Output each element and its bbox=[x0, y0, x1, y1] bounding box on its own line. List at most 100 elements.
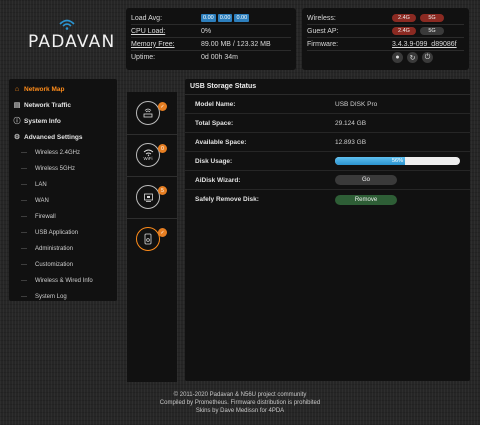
sidebar-item-label: Advanced Settings bbox=[24, 133, 83, 141]
sidebar-subitem-customization[interactable]: — Customization bbox=[9, 257, 117, 273]
aidisk-go-button[interactable]: Go bbox=[335, 175, 397, 185]
sidebar-subitem-label: Wireless 2.4GHz bbox=[35, 150, 81, 156]
router-node[interactable] bbox=[136, 101, 160, 125]
chart-icon: ▤ bbox=[13, 102, 21, 109]
aidisk-label: AiDisk Wizard: bbox=[195, 176, 241, 184]
map-divider bbox=[127, 176, 177, 177]
footer-compiled: Compiled by Prometheus. Firmware distrib… bbox=[159, 400, 321, 406]
usage-row: Disk Usage: 56% bbox=[185, 152, 470, 171]
cpu-load-link[interactable]: CPU Load: bbox=[131, 28, 201, 35]
radio-status-panel: Wireless: 2.4G 5G Guest AP: 2.4G 5G Firm… bbox=[302, 8, 469, 70]
wifi-node[interactable]: WiFi bbox=[136, 143, 160, 167]
load-avg-15: 0.00 bbox=[234, 14, 250, 22]
wireless-row: Wireless: 2.4G 5G bbox=[307, 12, 464, 25]
firmware-row: Firmware: 3.4.3.9-099_d89086f bbox=[307, 38, 464, 51]
disk-usage-bar: 56% bbox=[335, 157, 460, 165]
safely-remove-label: Safely Remove Disk: bbox=[195, 196, 259, 203]
wireless-5g-toggle[interactable]: 5G bbox=[420, 14, 444, 22]
sidebar-item-label: Network Traffic bbox=[24, 101, 71, 109]
network-map-column: ✓ WiFi 0 5 ✓ bbox=[127, 92, 177, 382]
wifi-icon bbox=[143, 149, 153, 156]
guest-ap-label: Guest AP: bbox=[307, 27, 339, 35]
map-divider bbox=[127, 134, 177, 135]
uptime-row: Uptime: 0d 00h 34m bbox=[131, 51, 291, 64]
sidebar-subitem-label: WAN bbox=[35, 198, 49, 204]
uptime-label: Uptime: bbox=[131, 54, 156, 61]
sidebar-subitem-label: USB Application bbox=[35, 230, 79, 236]
sidebar-subitem-label: LAN bbox=[35, 182, 47, 188]
cpu-load-value: 0% bbox=[201, 27, 212, 35]
wireless-24g-toggle[interactable]: 2.4G bbox=[392, 14, 416, 22]
sidebar-subitem-usb-application[interactable]: — USB Application bbox=[9, 225, 117, 241]
sidebar-item-label: System Info bbox=[24, 117, 61, 125]
memory-free-link[interactable]: Memory Free: bbox=[131, 41, 201, 48]
total-row: Total Space: 29.124 GB bbox=[185, 114, 470, 133]
wifi-logo-icon bbox=[59, 19, 75, 30]
action-icons-row: ● ↻ ⏻ bbox=[307, 51, 464, 64]
memory-free-value: 89.00 MB / 123.32 MB bbox=[201, 40, 271, 48]
load-avg-row: Load Avg: 0.00 0.00 0.00 bbox=[131, 12, 291, 25]
sidebar-subitem-label: Customization bbox=[35, 262, 74, 268]
disk-usage-percent: 56% bbox=[391, 158, 403, 164]
wifi-clients-badge: 0 bbox=[158, 144, 167, 153]
firmware-version-link[interactable]: 3.4.3.9-099_d89086f bbox=[392, 41, 457, 48]
total-space-value: 29.124 GB bbox=[335, 119, 367, 127]
usb-disk-icon bbox=[144, 233, 152, 245]
remove-disk-button[interactable]: Remove bbox=[335, 194, 397, 205]
memory-row: Memory Free: 89.00 MB / 123.32 MB bbox=[131, 38, 291, 51]
available-row: Available Space: 12.893 GB bbox=[185, 133, 470, 152]
wireless-label: Wireless: bbox=[307, 14, 336, 22]
sidebar-subitem-label: System Log bbox=[35, 294, 67, 300]
sidebar-subitem-wireless-24[interactable]: — Wireless 2.4GHz bbox=[9, 145, 117, 161]
sidebar-subitem-label: Administration bbox=[35, 246, 74, 252]
sidebar-subitem-label: Wireless & Wired Info bbox=[35, 278, 93, 284]
footer-copyright: © 2011-2020 Padavan & N56U project commu… bbox=[173, 392, 307, 398]
available-space-label: Available Space: bbox=[195, 138, 247, 146]
model-value: USB DISK Pro bbox=[335, 100, 378, 108]
sidebar-subitem-wireless-5[interactable]: — Wireless 5GHz bbox=[9, 161, 117, 177]
system-status-panel: Load Avg: 0.00 0.00 0.00 CPU Load: 0% Me… bbox=[126, 8, 296, 70]
remove-row: Safely Remove Disk: Remove bbox=[185, 190, 470, 209]
available-space-value: 12.893 GB bbox=[335, 138, 367, 146]
guest-row: Guest AP: 2.4G 5G bbox=[307, 25, 464, 38]
user-icon[interactable]: ● bbox=[392, 52, 403, 63]
wifi-node-label: WiFi bbox=[143, 156, 153, 161]
reboot-icon[interactable]: ↻ bbox=[407, 52, 418, 63]
sidebar-subitem-system-log[interactable]: — System Log bbox=[9, 289, 117, 305]
usb-status-badge: ✓ bbox=[158, 228, 167, 237]
sidebar-subitem-administration[interactable]: — Administration bbox=[9, 241, 117, 257]
sidebar-item-advanced-settings[interactable]: ⚙ Advanced Settings bbox=[9, 129, 117, 145]
clients-icon bbox=[143, 193, 153, 202]
disk-usage-label: Disk Usage: bbox=[195, 157, 233, 165]
usb-storage-panel: USB Storage Status Model Name: USB DISK … bbox=[185, 79, 470, 381]
model-row: Model Name: USB DISK Pro bbox=[185, 95, 470, 114]
router-status-badge: ✓ bbox=[158, 102, 167, 111]
sidebar-subitem-lan[interactable]: — LAN bbox=[9, 177, 117, 193]
sidebar-subitem-wireless-wired-info[interactable]: — Wireless & Wired Info bbox=[9, 273, 117, 289]
sidebar-item-network-traffic[interactable]: ▤ Network Traffic bbox=[9, 97, 117, 113]
gear-icon: ⚙ bbox=[13, 134, 21, 141]
footer-skins: Skins by Dave Medissn for 4PDA bbox=[195, 408, 285, 414]
home-icon: ⌂ bbox=[14, 85, 20, 93]
sidebar-item-network-map[interactable]: ⌂ Network Map bbox=[9, 81, 117, 97]
brand-name: PADAVAN bbox=[28, 32, 116, 52]
router-icon bbox=[143, 108, 153, 118]
usb-node[interactable] bbox=[136, 227, 160, 251]
guest-5g-toggle[interactable]: 5G bbox=[420, 27, 444, 35]
model-label: Model Name: bbox=[195, 100, 236, 108]
total-space-label: Total Space: bbox=[195, 119, 234, 127]
sidebar: ⌂ Network Map ▤ Network Traffic ⓘ System… bbox=[9, 79, 117, 301]
sidebar-item-system-info[interactable]: ⓘ System Info bbox=[9, 113, 117, 129]
cpu-row: CPU Load: 0% bbox=[131, 25, 291, 38]
aidisk-row: AiDisk Wizard: Go bbox=[185, 171, 470, 190]
padavan-logo: PADAVAN bbox=[28, 18, 114, 54]
sidebar-subitem-label: Firewall bbox=[35, 214, 56, 220]
clients-node[interactable] bbox=[136, 185, 160, 209]
power-icon[interactable]: ⏻ bbox=[422, 52, 433, 63]
sidebar-subitem-firewall[interactable]: — Firewall bbox=[9, 209, 117, 225]
load-avg-5: 0.00 bbox=[217, 14, 233, 22]
guest-24g-toggle[interactable]: 2.4G bbox=[392, 27, 416, 35]
usb-panel-title: USB Storage Status bbox=[185, 79, 470, 95]
load-avg-1: 0.00 bbox=[201, 14, 216, 22]
sidebar-subitem-wan[interactable]: — WAN bbox=[9, 193, 117, 209]
